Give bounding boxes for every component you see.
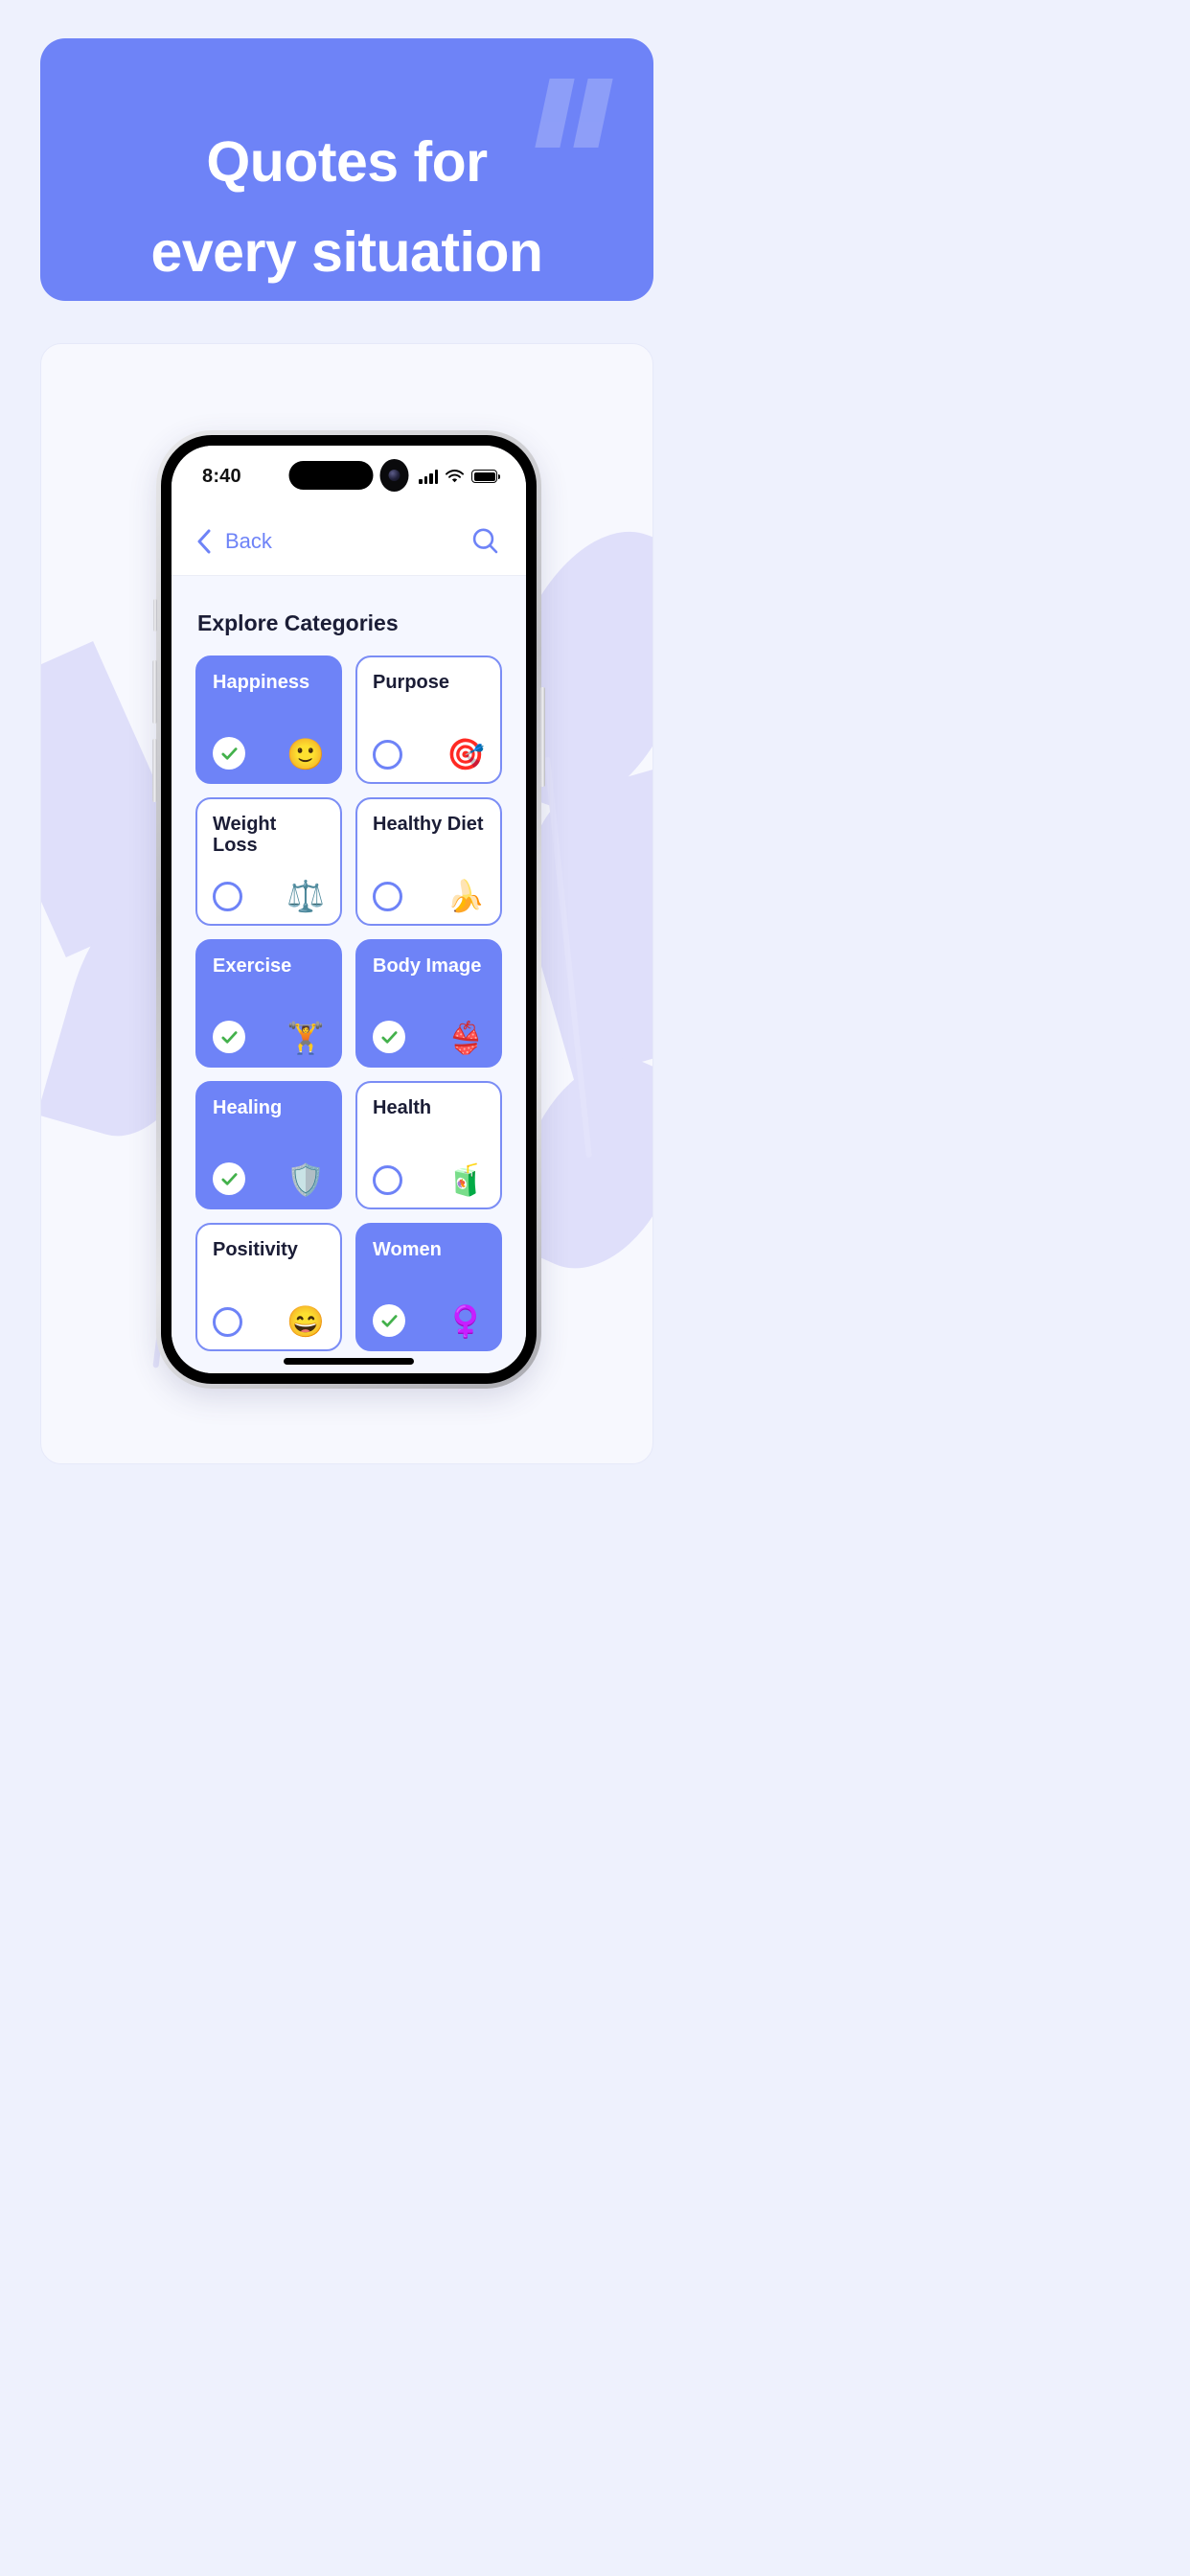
grinning-face-emoji: 😄	[286, 1304, 325, 1339]
category-card-footer: ♀️	[373, 1304, 485, 1337]
cellular-signal-icon	[419, 469, 438, 484]
checkmark-selected-icon[interactable]	[373, 1304, 405, 1337]
slightly-smiling-face-emoji: 🙂	[286, 737, 325, 771]
fruit-basket-emoji: 🍌	[446, 879, 485, 913]
checkmark-selected-icon[interactable]	[373, 1021, 405, 1053]
category-card-footer: 🛡️	[213, 1162, 325, 1195]
checkmark-selected-icon[interactable]	[213, 1021, 245, 1053]
status-bar: 8:40	[172, 446, 526, 507]
page-root: Quotes for every situation 8:40 Back Exp…	[0, 0, 1190, 2576]
category-card[interactable]: Positivity 😄	[195, 1223, 342, 1351]
category-card[interactable]: Happiness 🙂	[195, 656, 342, 784]
category-label: Healing	[213, 1097, 283, 1118]
category-card[interactable]: Body Image 👙	[355, 939, 502, 1068]
wifi-icon	[446, 469, 464, 482]
banner-title-line2: every situation	[150, 220, 543, 285]
silent-switch-button[interactable]	[153, 599, 157, 632]
category-label: Purpose	[373, 672, 450, 693]
iphone-mockup: 8:40 Back Explore Categories Happiness 🙂…	[152, 430, 545, 1389]
dynamic-island	[288, 459, 409, 492]
volume-down-button[interactable]	[152, 739, 157, 802]
category-label: Happiness	[213, 672, 310, 693]
categories-screen: Explore Categories Happiness 🙂 Purpose 🎯 Wei…	[172, 576, 526, 1373]
device-showcase-panel: 8:40 Back Explore Categories Happiness 🙂…	[40, 343, 653, 1464]
checkmark-unselected-icon[interactable]	[213, 882, 242, 911]
category-label: Healthy Diet	[373, 814, 484, 835]
category-label: Exercise	[213, 955, 292, 977]
category-label: Weight Loss	[213, 814, 277, 856]
category-label: Positivity	[213, 1239, 298, 1260]
juice-glass-emoji: 🧃	[446, 1162, 485, 1197]
category-grid: Happiness 🙂 Purpose 🎯 Weight Loss ⚖️ Healthy D…	[195, 656, 502, 1351]
navigation-bar: Back	[172, 507, 526, 576]
category-card-footer: 🧃	[373, 1164, 485, 1195]
banner-title: Quotes for every situation	[40, 117, 653, 298]
search-icon[interactable]	[471, 527, 499, 555]
battery-full-icon	[471, 470, 500, 483]
checkmark-unselected-icon[interactable]	[213, 1307, 242, 1337]
category-card-footer: 🎯	[373, 739, 485, 770]
category-card[interactable]: Healthy Diet 🍌	[355, 797, 502, 926]
category-card[interactable]: Purpose 🎯	[355, 656, 502, 784]
category-card-footer: 😄	[213, 1306, 325, 1337]
bikini-figure-emoji: 👙	[446, 1021, 485, 1055]
checkmark-unselected-icon[interactable]	[373, 1165, 402, 1195]
phone-bezel: 8:40 Back Explore Categories Happiness 🙂…	[161, 435, 537, 1384]
category-card-footer: 🍌	[373, 881, 485, 911]
category-card-footer: 🙂	[213, 737, 325, 770]
category-label: Health	[373, 1097, 432, 1118]
status-bar-clock: 8:40	[202, 465, 241, 487]
checkmark-unselected-icon[interactable]	[373, 882, 402, 911]
checkmark-unselected-icon[interactable]	[373, 740, 402, 770]
checkmark-selected-icon[interactable]	[213, 737, 245, 770]
checkmark-selected-icon[interactable]	[213, 1162, 245, 1195]
status-bar-indicators	[419, 469, 500, 484]
dart-target-emoji: 🎯	[446, 737, 485, 771]
home-indicator[interactable]	[284, 1358, 414, 1365]
volume-up-button[interactable]	[152, 660, 157, 724]
category-label: Women	[373, 1239, 442, 1260]
category-card[interactable]: Health 🧃	[355, 1081, 502, 1209]
category-label: Body Image	[373, 955, 482, 977]
power-button[interactable]	[540, 687, 545, 787]
category-card-footer: 🏋️	[213, 1021, 325, 1053]
female-sign-emoji: ♀️	[446, 1304, 485, 1339]
category-card[interactable]: Weight Loss ⚖️	[195, 797, 342, 926]
back-button[interactable]: Back	[196, 529, 272, 554]
chevron-left-icon	[197, 529, 211, 553]
hero-banner: Quotes for every situation	[40, 38, 653, 301]
leaf-stem	[544, 756, 592, 1159]
category-card[interactable]: Women ♀️	[355, 1223, 502, 1351]
phone-screen: 8:40 Back Explore Categories Happiness 🙂…	[172, 446, 526, 1373]
category-card-footer: ⚖️	[213, 881, 325, 911]
medical-shield-emoji: 🛡️	[286, 1162, 325, 1197]
back-button-label: Back	[225, 528, 272, 553]
section-title: Explore Categories	[197, 610, 399, 635]
bathroom-scale-emoji: ⚖️	[286, 879, 325, 913]
banner-title-line1: Quotes for	[206, 130, 488, 194]
dynamic-island-pill	[288, 461, 374, 490]
category-card[interactable]: Exercise 🏋️	[195, 939, 342, 1068]
category-card-footer: 👙	[373, 1021, 485, 1053]
kettlebell-emoji: 🏋️	[286, 1021, 325, 1055]
front-camera-icon	[379, 459, 409, 492]
category-card[interactable]: Healing 🛡️	[195, 1081, 342, 1209]
